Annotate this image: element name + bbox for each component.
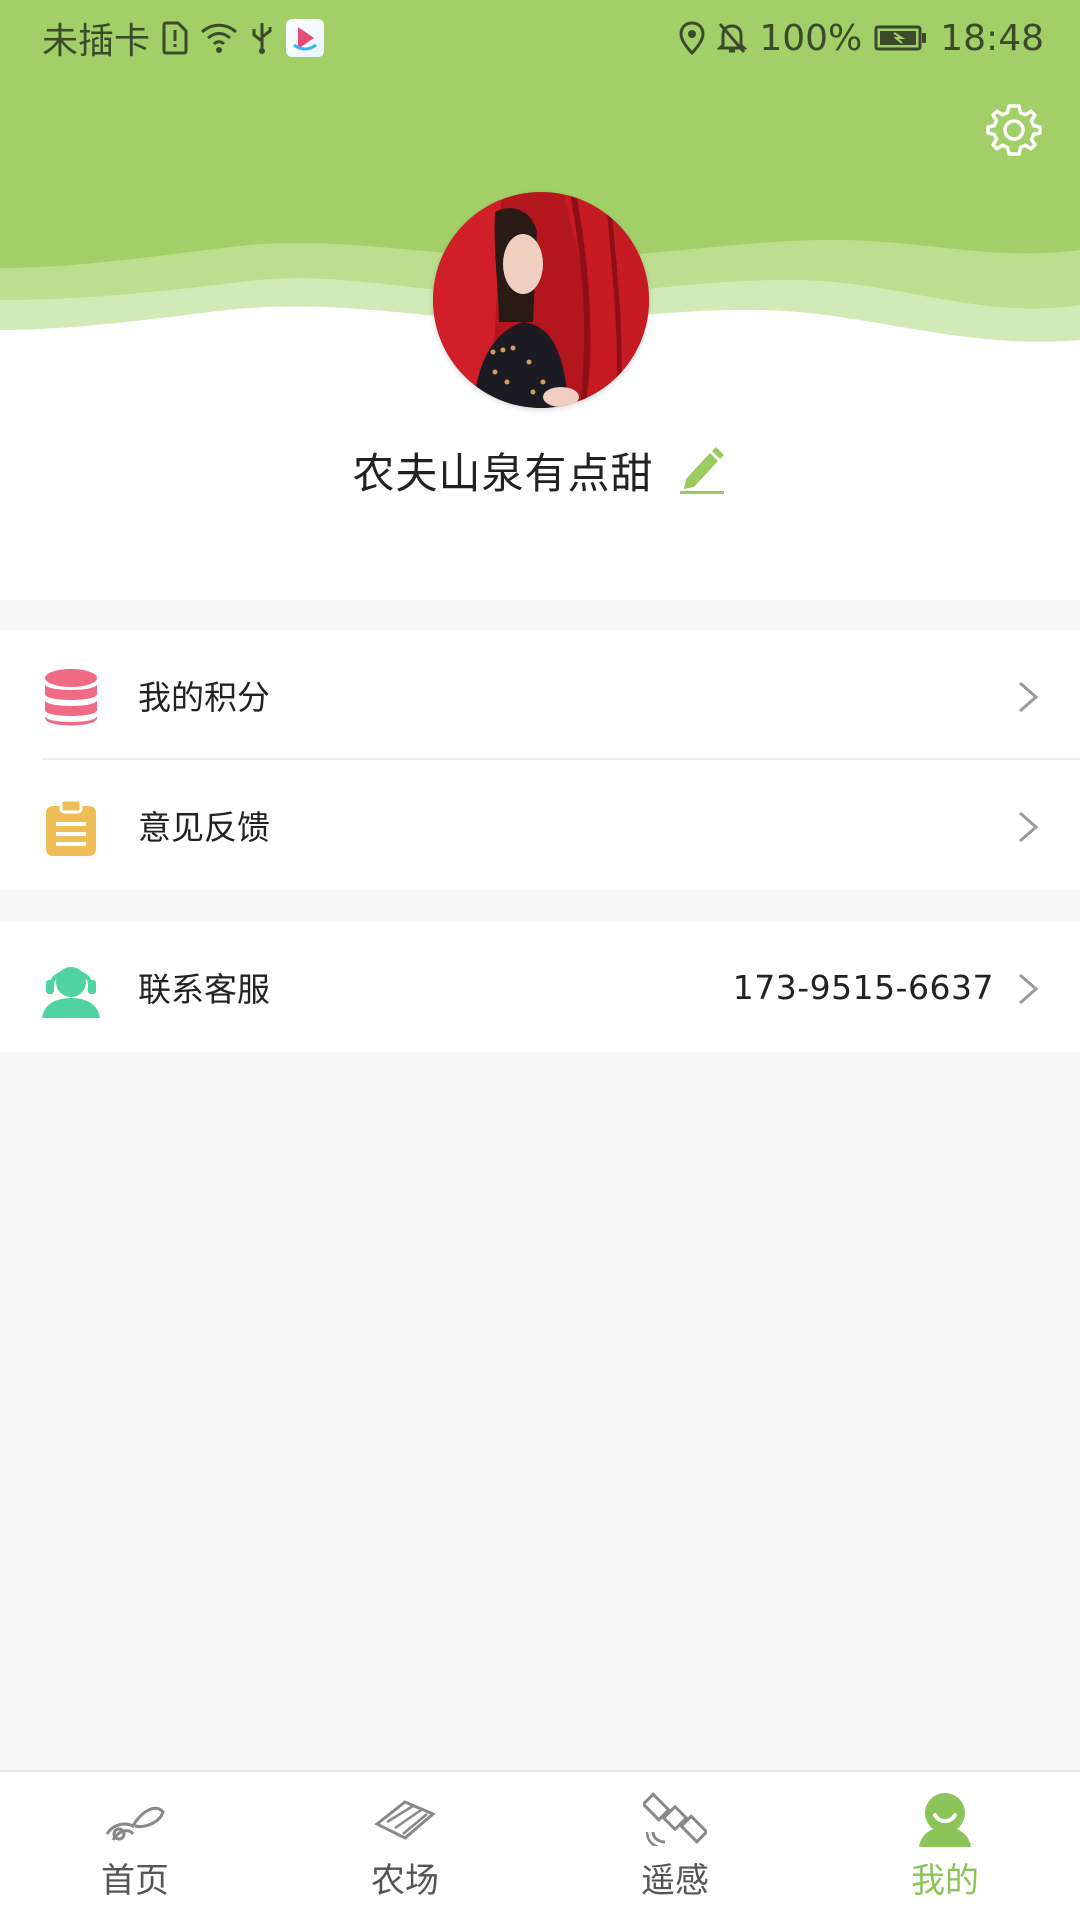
customer-service-icon [40, 959, 102, 1021]
menu-group-primary: 我的积分 意见反馈 [0, 630, 1080, 890]
chevron-right-icon [1019, 681, 1039, 713]
avatar[interactable] [433, 192, 649, 408]
menu-label-points: 我的积分 [138, 678, 270, 717]
database-icon [40, 667, 102, 729]
menu-item-points[interactable]: 我的积分 [0, 630, 1080, 760]
carrier-text: 未插卡 [42, 21, 151, 62]
support-phone-number[interactable]: 173-9515-6637 [733, 968, 994, 1007]
username-row: 农夫山泉有点甜 [0, 435, 1080, 505]
menu-label-feedback: 意见反馈 [138, 808, 270, 847]
usb-icon [250, 21, 274, 55]
nav-label-farm: 农场 [371, 1860, 439, 1901]
edit-name-button[interactable] [676, 445, 728, 495]
username: 农夫山泉有点甜 [352, 448, 654, 498]
battery-charging-icon [874, 24, 928, 52]
nav-label-mine: 我的 [911, 1860, 979, 1901]
menu-item-support[interactable]: 联系客服 173-9515-6637 [0, 922, 1080, 1052]
bottom-navigation: 首页 农场 遥感 我的 [0, 1770, 1080, 1920]
wifi-icon [200, 22, 238, 54]
nav-tab-home[interactable]: 首页 [0, 1772, 270, 1920]
mute-bell-icon [717, 21, 748, 55]
chevron-right-icon [1019, 973, 1039, 1005]
nav-label-remote-sensing: 遥感 [641, 1860, 709, 1901]
sim-icon [162, 21, 188, 55]
chevron-right-icon [1019, 811, 1039, 843]
nav-tab-farm[interactable]: 农场 [270, 1772, 540, 1920]
battery-percent: 100% [759, 17, 863, 59]
menu-item-feedback[interactable]: 意见反馈 [0, 760, 1080, 890]
clipboard-icon [40, 797, 102, 859]
satellite-icon [643, 1791, 707, 1847]
gear-icon [986, 104, 1042, 156]
user-icon [913, 1791, 977, 1847]
nav-label-home: 首页 [101, 1860, 169, 1901]
clock-time: 18:48 [940, 17, 1044, 59]
location-icon [679, 21, 705, 55]
home-sprout-icon [103, 1791, 167, 1847]
nav-tab-mine[interactable]: 我的 [810, 1772, 1080, 1920]
nav-tab-remote-sensing[interactable]: 遥感 [540, 1772, 810, 1920]
profile-screen: 未插卡 100% 18:48 农夫山泉有点甜 我的积分 意见反馈 联系客服 17… [0, 0, 1080, 1920]
avatar-image [433, 192, 649, 408]
app-notification-icon [286, 19, 325, 57]
status-bar: 未插卡 100% 18:48 [0, 0, 1080, 76]
field-icon [373, 1791, 437, 1847]
pencil-icon [679, 447, 724, 494]
settings-button[interactable] [982, 98, 1046, 162]
status-left: 未插卡 [42, 12, 325, 64]
profile-header: 未插卡 100% 18:48 农夫山泉有点甜 [0, 0, 1080, 600]
status-right: 100% 18:48 [679, 18, 1044, 59]
menu-label-support: 联系客服 [138, 970, 270, 1009]
menu-group-support: 联系客服 173-9515-6637 [0, 922, 1080, 1052]
